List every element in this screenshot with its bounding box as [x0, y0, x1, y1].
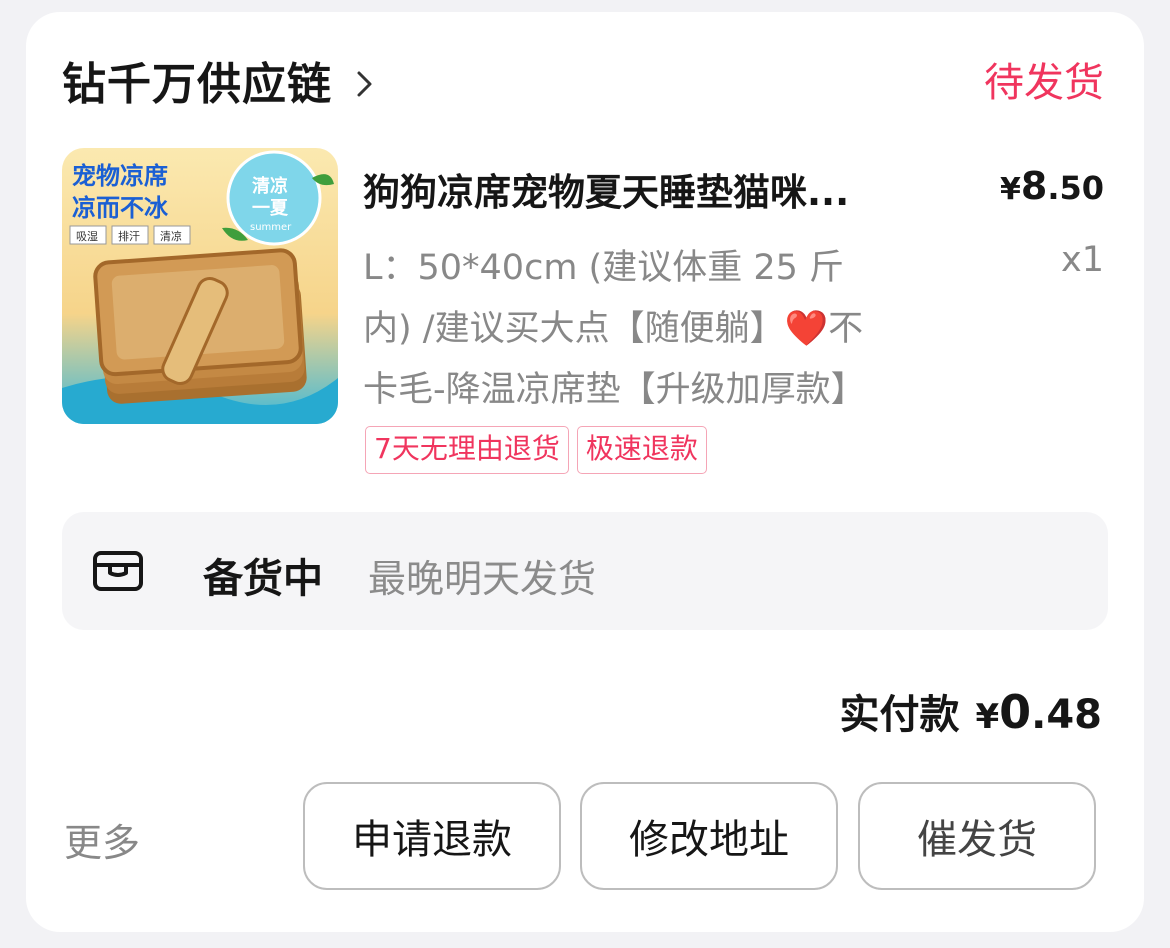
- shop-name[interactable]: 钻千万供应链: [62, 48, 332, 112]
- chevron-right-icon[interactable]: [354, 69, 376, 97]
- shipping-status-box[interactable]: 备货中 最晚明天发货: [62, 512, 1108, 630]
- apply-refund-button[interactable]: 申请退款: [303, 782, 561, 890]
- image-headline-2: 凉而不冰: [72, 194, 169, 222]
- product-quantity: x1: [1061, 240, 1104, 280]
- image-badge-1: 吸湿: [76, 230, 98, 243]
- amount-paid-integer: 0: [999, 685, 1032, 739]
- order-card: 钻千万供应链 待发货 宠物凉席 凉而不冰 吸湿 排汗 清凉 清凉 一夏 summ…: [26, 12, 1144, 932]
- shipping-note: 最晚明天发货: [368, 557, 597, 601]
- product-price: ¥8.50: [1000, 164, 1104, 208]
- spec-line-1: L：50*40cm (建议体重 25 斤: [363, 248, 844, 288]
- price-decimal: .50: [1047, 169, 1104, 207]
- tag-fast-refund: 极速退款: [576, 426, 707, 474]
- spec-line-2-tail: 不: [828, 309, 864, 349]
- image-circle-3: summer: [250, 222, 292, 233]
- amount-paid-symbol: ¥: [975, 697, 1000, 737]
- shipping-status: 备货中: [203, 556, 323, 602]
- spec-line-3: 卡毛-降温凉席垫【升级加厚款】: [363, 370, 866, 410]
- price-symbol: ¥: [999, 172, 1021, 207]
- image-badge-2: 排汗: [118, 229, 140, 243]
- spec-line-2: 内) /建议买大点【随便躺】❤️不: [363, 299, 983, 360]
- order-status: 待发货: [984, 60, 1104, 106]
- shop-header[interactable]: 钻千万供应链: [62, 48, 376, 112]
- tag-free-return: 7天无理由退货: [365, 426, 569, 474]
- amount-paid-label: 实付款: [839, 692, 960, 738]
- price-integer: 8: [1020, 164, 1048, 208]
- amount-paid-decimal: .48: [1031, 692, 1102, 738]
- amount-paid: 实付款 ¥0.48: [839, 682, 1102, 740]
- service-tags: 7天无理由退货 极速退款: [365, 426, 707, 474]
- product-title[interactable]: 狗狗凉席宠物夏天睡垫猫咪...: [363, 162, 943, 216]
- image-badge-3: 清凉: [160, 229, 182, 243]
- image-circle-2: 一夏: [252, 198, 289, 219]
- product-spec: L：50*40cm (建议体重 25 斤 内) /建议买大点【随便躺】❤️不 卡…: [363, 238, 983, 421]
- mat-stack: [93, 248, 307, 404]
- product-image[interactable]: 宠物凉席 凉而不冰 吸湿 排汗 清凉 清凉 一夏 summer: [62, 148, 338, 424]
- image-circle-1: 清凉: [252, 175, 288, 197]
- package-icon: [92, 549, 144, 593]
- more-button[interactable]: 更多: [64, 812, 140, 867]
- edit-address-button[interactable]: 修改地址: [580, 782, 838, 890]
- image-headline-1: 宠物凉席: [72, 162, 168, 190]
- spec-line-2-text: 内) /建议买大点【随便躺】: [363, 309, 785, 349]
- heart-icon: ❤️: [784, 309, 829, 349]
- urge-shipping-button[interactable]: 催发货: [858, 782, 1096, 890]
